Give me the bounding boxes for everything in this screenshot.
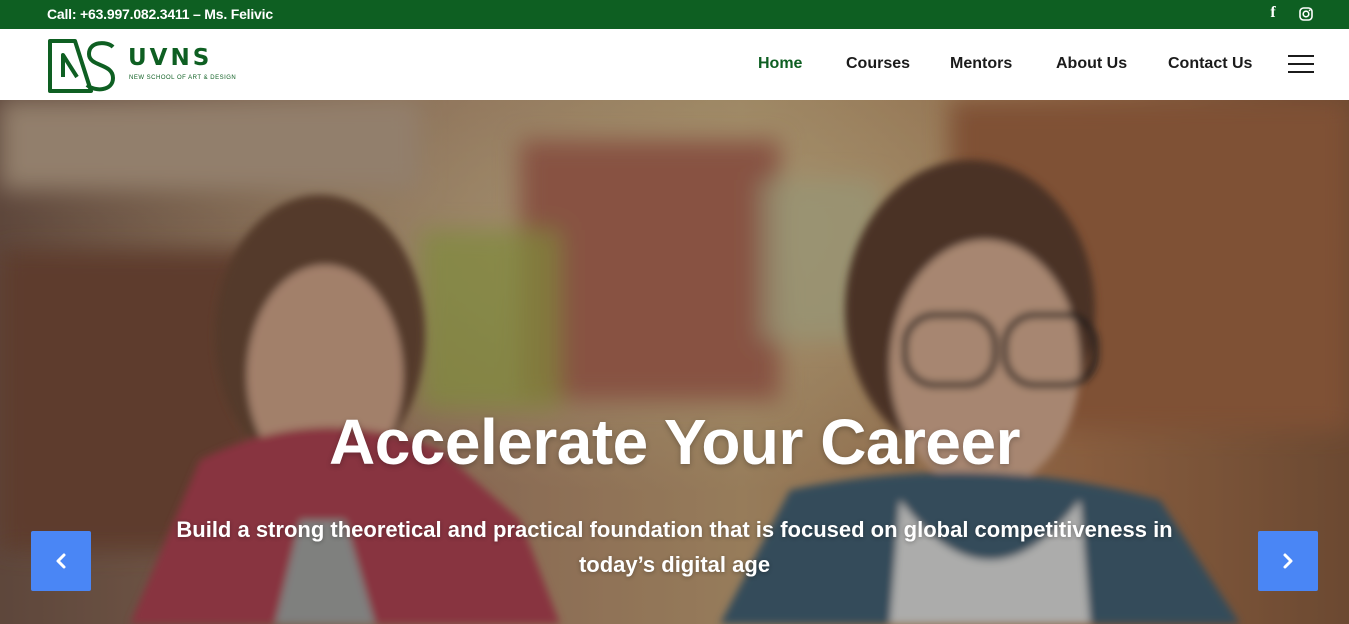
hamburger-menu-icon[interactable]	[1288, 54, 1314, 74]
chevron-left-icon	[56, 553, 66, 569]
chevron-right-icon	[1283, 553, 1293, 569]
top-contact-bar: Call: +63.997.082.3411 – Ms. Felivic f	[0, 0, 1349, 29]
nav-item-home[interactable]: Home	[758, 55, 802, 73]
hero-slider: Accelerate Your Career Build a strong th…	[0, 100, 1349, 624]
nav-item-about-us[interactable]: About Us	[1056, 55, 1127, 73]
logo-mark-icon	[48, 39, 115, 93]
slider-next-button[interactable]	[1258, 531, 1318, 591]
nav-item-mentors[interactable]: Mentors	[950, 55, 1012, 73]
contact-text: Call: +63.997.082.3411 – Ms. Felivic	[47, 6, 273, 22]
facebook-icon[interactable]: f	[1265, 4, 1281, 22]
main-navbar: UVNS NEW SCHOOL OF ART & DESIGN Home Cou…	[0, 29, 1349, 100]
site-logo[interactable]: UVNS NEW SCHOOL OF ART & DESIGN	[47, 37, 236, 93]
hero-subtitle: Build a strong theoretical and practical…	[176, 517, 1173, 577]
logo-tagline: NEW SCHOOL OF ART & DESIGN	[129, 75, 237, 81]
nav-item-contact-us[interactable]: Contact Us	[1168, 55, 1252, 73]
hero-title: Accelerate Your Career	[328, 406, 1021, 478]
slider-prev-button[interactable]	[31, 531, 91, 591]
nav-item-courses[interactable]: Courses	[846, 55, 910, 73]
instagram-icon[interactable]	[1298, 5, 1314, 23]
logo-brand-text: UVNS	[128, 45, 213, 71]
